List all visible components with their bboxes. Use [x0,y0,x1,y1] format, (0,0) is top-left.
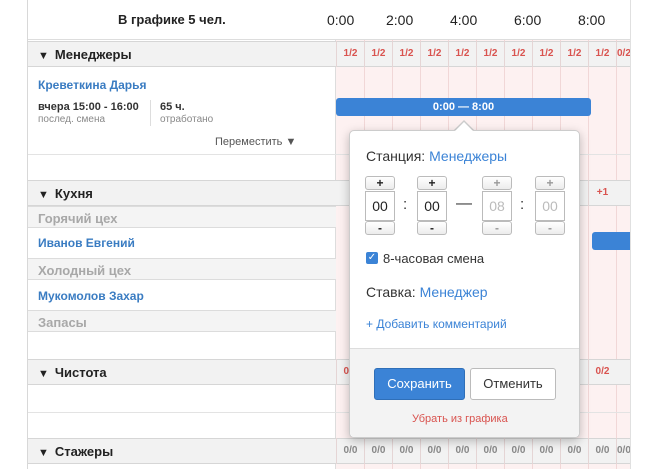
coverage-cell: 1/2 [392,41,420,67]
hour-label: 6:00 [514,12,542,28]
time-range-dash: — [456,195,472,212]
add-comment-link[interactable]: + Добавить комментарий [366,317,507,331]
cancel-button[interactable]: Отменить [470,368,556,400]
increment-button[interactable]: + [535,176,565,190]
coverage-cell: 1/2 [336,41,364,67]
grid-line [616,40,617,469]
coverage-cell: 1/2 [420,41,448,67]
subgroup-name: Горячий цех [38,211,118,226]
subgroup-row[interactable]: Запасы [28,310,336,332]
coverage-cell: 1/2 [532,41,560,67]
subgroup-row[interactable]: Холодный цех [28,258,336,280]
hour-label: 8:00 [578,12,606,28]
group-name: Менеджеры [54,47,132,62]
employee-name-link[interactable]: Иванов Евгений [38,236,135,250]
group-name: Чистота [54,365,107,380]
hours-worked-label: отработано [160,114,214,125]
group-name: Стажеры [54,444,114,459]
group-label: ▼ Кухня [38,186,93,201]
popover-arrow-inner [454,122,474,132]
decrement-button[interactable]: - [417,221,447,235]
coverage-cell: 0/2 [588,359,616,385]
save-button[interactable]: Сохранить [374,368,465,400]
collapse-triangle-icon: ▼ [38,368,49,380]
time-colon: : [520,196,525,213]
collapse-triangle-icon: ▼ [38,447,49,459]
coverage-cell: 0/0 [588,438,616,464]
group-label: ▼ Менеджеры [38,47,132,62]
group-label: ▼ Стажеры [38,444,113,459]
eight-hour-checkbox[interactable]: ✓ [366,252,378,264]
station-row: Станция: Менеджеры [366,148,507,164]
hour-label: 2:00 [386,12,414,28]
hour-label: 0:00 [327,12,355,28]
staff-count-title: В графике 5 чел. [118,12,226,27]
subgroup-name: Холодный цех [38,263,132,278]
station-label: Станция: [366,148,426,164]
shift-bar[interactable]: 0:00 — 8:00 [336,98,591,116]
coverage-cell: 0/0 [420,438,448,464]
collapse-triangle-icon: ▼ [38,189,49,201]
left-border [27,0,28,469]
station-link[interactable]: Менеджеры [429,148,507,164]
coverage-cell: 0/0 [560,438,588,464]
schedule-page: В графике 5 чел. 0:00 2:00 4:00 6:00 8:0… [0,0,650,469]
last-shift-label: послед. смена [38,114,106,125]
end-minute-stepper: + 00 - [535,176,567,236]
increment-button[interactable]: + [482,176,512,190]
coverage-cell: 1/2 [588,41,616,67]
shift-bar[interactable] [592,232,630,250]
group-label: ▼ Чистота [38,365,107,380]
end-hour-input[interactable]: 08 [482,191,512,221]
coverage-cell: 0/0 [392,438,420,464]
employee-name-link[interactable]: Мукомолов Захар [38,289,144,303]
decrement-button[interactable]: - [482,221,512,235]
remove-from-schedule-link[interactable]: Убрать из графика [412,413,508,425]
rate-label: Ставка: [366,284,416,300]
start-hour-stepper: + 00 - [365,176,397,236]
hour-label: 4:00 [450,12,478,28]
end-minute-input[interactable]: 00 [535,191,565,221]
move-dropdown[interactable]: Переместить ▼ [215,136,296,148]
coverage-cell: +1 [588,180,616,206]
hours-worked-value: 65 ч. [160,101,185,113]
coverage-cell: 1/2 [504,41,532,67]
coverage-cell: 0/0 [504,438,532,464]
last-shift-value: вчера 15:00 - 16:00 [38,101,139,113]
coverage-cell: 0/0 [476,438,504,464]
increment-button[interactable]: + [365,176,395,190]
decrement-button[interactable]: - [365,221,395,235]
start-hour-input[interactable]: 00 [365,191,395,221]
coverage-cell: 0/0 [336,438,364,464]
coverage-cell: 0/0 [364,438,392,464]
coverage-cell: 1/2 [560,41,588,67]
decrement-button[interactable]: - [535,221,565,235]
rate-link[interactable]: Менеджер [420,284,488,300]
coverage-cell: 0/0 [532,438,560,464]
rate-row: Ставка: Менеджер [366,284,488,300]
eight-hour-label[interactable]: 8-часовая смена [383,251,484,266]
coverage-cell: 0/0 [616,438,630,464]
coverage-cell: 0/0 [448,438,476,464]
group-name: Кухня [54,186,93,201]
time-colon: : [403,196,408,213]
subgroup-row[interactable]: Горячий цех [28,206,336,228]
subgroup-name: Запасы [38,315,87,330]
coverage-cell: 1/2 [476,41,504,67]
increment-button[interactable]: + [417,176,447,190]
scroll-edge [630,0,650,469]
start-minute-input[interactable]: 00 [417,191,447,221]
coverage-cell: 1/2 [364,41,392,67]
coverage-cell: 0/2 [616,41,630,67]
start-minute-stepper: + 00 - [417,176,449,236]
coverage-cell: 1/2 [448,41,476,67]
collapse-triangle-icon: ▼ [38,50,49,62]
end-hour-stepper: + 08 - [482,176,514,236]
employee-name-link[interactable]: Креветкина Дарья [38,78,147,92]
meta-divider [150,100,151,126]
